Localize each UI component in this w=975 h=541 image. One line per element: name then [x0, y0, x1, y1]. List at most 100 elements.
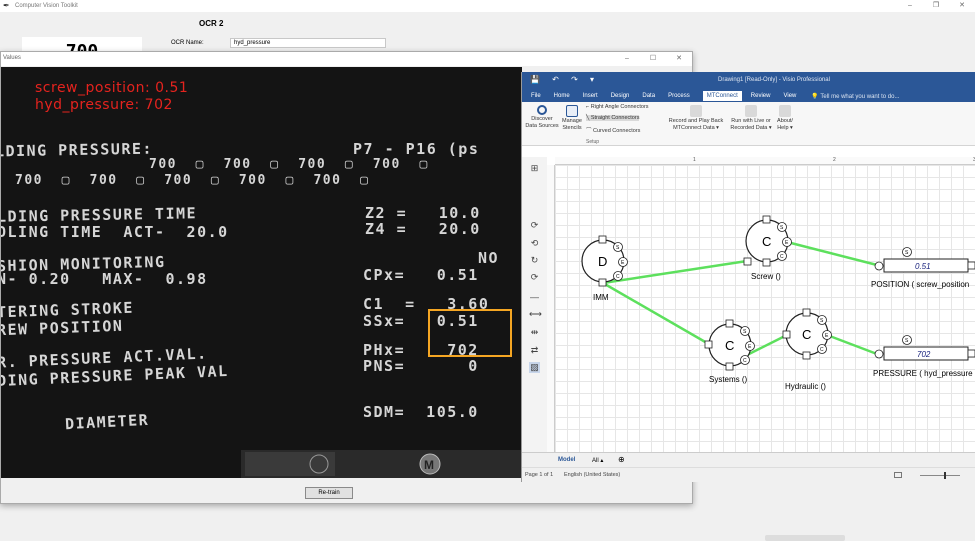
discover-label: Discover Data Sources — [525, 116, 559, 129]
overlay-hyd-pressure: hyd_pressure: 702 — [35, 97, 173, 113]
retrain-button[interactable]: Re-train — [305, 487, 353, 499]
overlay-screw-position: screw_position: 0.51 — [35, 80, 189, 96]
screen-line: 700 ▢ 700 ▢ 700 ▢ 700 ▢ — [149, 157, 429, 172]
toolkit-titlebar: ✒ Computer Vision Toolkit – ❐ ✕ — [0, 0, 975, 12]
arrow-tool-icon[interactable]: ⟷ — [529, 309, 542, 320]
add-page-icon[interactable]: ⊕ — [618, 455, 625, 464]
zoom-slider[interactable] — [920, 472, 960, 479]
node-systems[interactable]: C S E C Systems () — [704, 319, 755, 384]
tell-me-search[interactable]: 💡 Tell me what you want to do... — [811, 93, 899, 100]
right-angle-connectors-button[interactable]: ⌐ Right Angle Connectors — [586, 104, 649, 110]
run-live-label: Run with Live or Recorded Data ▾ — [730, 118, 772, 131]
manage-stencils-button[interactable]: Manage Stencils — [559, 105, 585, 132]
svg-text:M: M — [424, 458, 434, 472]
minimize-button[interactable]: – — [614, 52, 640, 64]
discover-data-sources-button[interactable]: Discover Data Sources — [525, 105, 559, 130]
manage-label: Manage Stencils — [562, 118, 582, 131]
node-imm-letter: D — [598, 254, 607, 269]
record-label: Record and Play Back MTConnect Data ▾ — [668, 118, 724, 131]
record-icon — [690, 105, 702, 117]
curved-connectors-button[interactable]: ⌒ Curved Connectors — [586, 126, 640, 134]
horizontal-scrollbar[interactable] — [765, 535, 845, 541]
run-icon — [745, 105, 757, 117]
screen-line: REW POSITION — [1, 316, 124, 340]
machine-panel-icons: M — [245, 452, 441, 476]
ruler-left — [547, 165, 555, 452]
straight-connectors-button[interactable]: ╲ Straight Connectors — [586, 115, 640, 121]
zoom-thumb[interactable] — [944, 472, 946, 479]
tab-process[interactable]: Process — [668, 93, 690, 99]
port-letter: C — [743, 358, 747, 364]
tab-view[interactable]: View — [783, 93, 796, 99]
screen-line: DIAMETER — [64, 410, 150, 434]
node-screw-letter: C — [762, 234, 771, 249]
close-button[interactable]: ✕ — [666, 52, 692, 64]
quick-access-toolbar[interactable]: 💾 ↶ ↷ ▾ — [530, 75, 599, 84]
about-label: About/ Help ▾ — [777, 118, 793, 131]
diagram: D S E C IMM C S E C Screw () C S E C Sys… — [581, 215, 975, 391]
toolkit-title: Computer Vision Toolkit — [15, 3, 78, 9]
machine-panel: M — [241, 450, 522, 478]
pan-icon[interactable]: ⊞ — [529, 163, 540, 174]
spin-icon[interactable]: ⟳ — [529, 272, 540, 283]
maximize-button[interactable]: ❐ — [923, 0, 949, 12]
screen-line: SDM= 105.0 — [363, 403, 479, 421]
node-screw[interactable]: C S E C Screw () — [743, 215, 792, 281]
output-pressure[interactable]: S 702 PRESSURE ( hyd_pressure — [873, 335, 975, 379]
rotate-cw-icon[interactable]: ⟳ — [529, 220, 540, 231]
tab-file[interactable]: File — [531, 93, 541, 99]
node-systems-label: Systems () — [709, 375, 748, 384]
minimize-button[interactable]: – — [897, 0, 923, 12]
tab-model[interactable]: Model — [558, 457, 575, 463]
drawing-canvas[interactable]: D S E C IMM C S E C Screw () C S E C Sys… — [555, 165, 975, 541]
straight-label: Straight Connectors — [590, 115, 640, 121]
screen-line: Z4 = 20.0 — [365, 220, 481, 238]
screen-line: P7 - P16 (ps — [353, 140, 480, 158]
output-position-value: 0.51 — [915, 262, 931, 271]
status-page: Page 1 of 1 — [525, 472, 554, 478]
help-icon — [779, 105, 791, 117]
screen-line: OLING TIME ACT- 20.0 — [1, 223, 229, 241]
curved-label: Curved Connectors — [593, 128, 641, 134]
double-line-icon[interactable]: ⇹ — [529, 327, 540, 338]
connector-tool-icon[interactable]: ⇄ — [529, 345, 540, 356]
values-titlebar: Values – ☐ ✕ — [1, 52, 692, 66]
hatch-icon[interactable]: ▨ — [529, 362, 540, 373]
line-tool-icon[interactable]: — — [529, 292, 540, 302]
connector-imm-systems — [602, 281, 708, 345]
node-systems-letter: C — [725, 338, 734, 353]
screen-line: LDING PRESSURE: — [1, 139, 154, 161]
ocr-name-input[interactable]: hyd_pressure — [230, 38, 386, 48]
tab-all[interactable]: All ▴ — [592, 457, 603, 464]
connector-hydraulic-pressure — [826, 333, 878, 356]
tab-home[interactable]: Home — [554, 93, 570, 99]
ocr-title: OCR 2 — [199, 19, 224, 28]
flip-icon[interactable]: ↻ — [529, 255, 540, 266]
fit-page-icon[interactable] — [894, 472, 902, 478]
output-position[interactable]: S 0.51 POSITION ( screw_position — [871, 247, 975, 290]
node-hydraulic[interactable]: C S E C Hydraulic () — [782, 308, 832, 391]
close-button[interactable]: ✕ — [949, 0, 975, 12]
tab-mtconnect[interactable]: MTConnect — [702, 91, 742, 101]
feather-icon: ✒ — [3, 1, 10, 10]
node-hydraulic-label: Hydraulic () — [785, 382, 826, 391]
tab-data[interactable]: Data — [642, 93, 655, 99]
setup-group-label: Setup — [586, 139, 600, 145]
ruler-top: 1 2 3 — [555, 157, 975, 165]
ocr-name-label: OCR Name: — [171, 40, 204, 46]
output-pressure-value: 702 — [917, 350, 931, 359]
rotate-ccw-icon[interactable]: ⟲ — [529, 238, 540, 249]
run-live-button[interactable]: Run with Live or Recorded Data ▾ — [727, 105, 775, 132]
values-window-controls: – ☐ ✕ — [614, 52, 692, 64]
maximize-button[interactable]: ☐ — [640, 52, 666, 64]
record-playback-button[interactable]: Record and Play Back MTConnect Data ▾ — [667, 105, 725, 132]
node-imm-label: IMM — [593, 293, 609, 302]
screen-line: N- 0.20 MAX- 0.98 — [1, 270, 208, 288]
tab-insert[interactable]: Insert — [583, 93, 598, 99]
tab-review[interactable]: Review — [751, 93, 771, 99]
connector-screw-position — [786, 240, 878, 267]
tab-design[interactable]: Design — [611, 93, 630, 99]
page-tabs: Model All ▴ ⊕ — [522, 452, 975, 467]
about-help-button[interactable]: About/ Help ▾ — [775, 105, 795, 132]
status-bar: Page 1 of 1 English (United States) — [522, 467, 975, 482]
